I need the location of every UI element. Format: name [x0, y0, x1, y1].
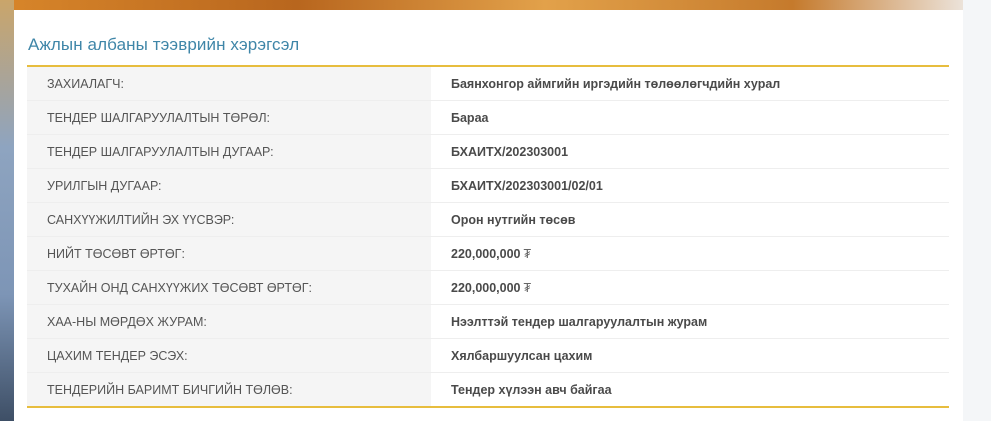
table-row-total-budget: НИЙТ ТӨСӨВТ ӨРТӨГ: 220,000,000 ₮ [27, 236, 949, 271]
row-value: Бараа [431, 100, 949, 135]
table-row-tender-number: ТЕНДЕР ШАЛГАРУУЛАЛТЫН ДУГААР: БХАИТХ/202… [27, 134, 949, 169]
row-value-amount: 220,000,000 ₮ [431, 270, 949, 305]
amount-value: 220,000,000 [451, 246, 521, 261]
row-label: НИЙТ ТӨСӨВТ ӨРТӨГ: [27, 236, 431, 271]
table-row-procedure: ХАА-НЫ МӨРДӨХ ЖУРАМ: Нээлттэй тендер шал… [27, 304, 949, 339]
tender-details-panel: Ажлын албаны тээврийн хэрэгсэл ЗАХИАЛАГЧ… [14, 10, 963, 421]
background-banner-strip [0, 0, 991, 10]
row-value: Нээлттэй тендер шалгаруулалтын журам [431, 304, 949, 339]
table-row-tender-type: ТЕНДЕР ШАЛГАРУУЛАЛТЫН ТӨРӨЛ: Бараа [27, 100, 949, 135]
table-row-funding-source: САНХҮҮЖИЛТИЙН ЭХ ҮҮСВЭР: Орон нутгийн тө… [27, 202, 949, 237]
table-row-document-status: ТЕНДЕРИЙН БАРИМТ БИЧГИЙН ТӨЛӨВ: Тендер х… [27, 372, 949, 407]
row-value: Тендер хүлээн авч байгаа [431, 372, 949, 407]
section-title: Ажлын албаны тээврийн хэрэгсэл [28, 35, 300, 54]
table-row-e-tender: ЦАХИМ ТЕНДЕР ЭСЭХ: Хялбаршуулсан цахим [27, 338, 949, 373]
row-value: БХАИТХ/202303001 [431, 134, 949, 169]
tender-info-table: ЗАХИАЛАГЧ: Баянхонгор аймгийн иргэдийн т… [27, 65, 949, 408]
row-label: ЗАХИАЛАГЧ: [27, 66, 431, 101]
row-value: Баянхонгор аймгийн иргэдийн төлөөлөгчдий… [431, 66, 949, 101]
table-row-customer: ЗАХИАЛАГЧ: Баянхонгор аймгийн иргэдийн т… [27, 66, 949, 101]
table-row-annual-budget: ТУХАЙН ОНД САНХҮҮЖИХ ТӨСӨВТ ӨРТӨГ: 220,0… [27, 270, 949, 305]
currency-symbol: ₮ [523, 280, 532, 295]
row-label: ХАА-НЫ МӨРДӨХ ЖУРАМ: [27, 304, 431, 339]
row-value: Орон нутгийн төсөв [431, 202, 949, 237]
amount-value: 220,000,000 [451, 280, 521, 295]
background-image-edge [0, 0, 14, 421]
row-value: Хялбаршуулсан цахим [431, 338, 949, 373]
row-label: ТЕНДЕР ШАЛГАРУУЛАЛТЫН ДУГААР: [27, 134, 431, 169]
row-label: САНХҮҮЖИЛТИЙН ЭХ ҮҮСВЭР: [27, 202, 431, 237]
table-row-invitation-number: УРИЛГЫН ДУГААР: БХАИТХ/202303001/02/01 [27, 168, 949, 203]
row-value: БХАИТХ/202303001/02/01 [431, 168, 949, 203]
currency-symbol: ₮ [523, 246, 532, 261]
row-value-amount: 220,000,000 ₮ [431, 236, 949, 271]
page-right-gutter [963, 0, 991, 421]
row-label: УРИЛГЫН ДУГААР: [27, 168, 431, 203]
row-label: ЦАХИМ ТЕНДЕР ЭСЭХ: [27, 338, 431, 373]
row-label: ТЕНДЕРИЙН БАРИМТ БИЧГИЙН ТӨЛӨВ: [27, 372, 431, 407]
row-label: ТЕНДЕР ШАЛГАРУУЛАЛТЫН ТӨРӨЛ: [27, 100, 431, 135]
row-label: ТУХАЙН ОНД САНХҮҮЖИХ ТӨСӨВТ ӨРТӨГ: [27, 270, 431, 305]
